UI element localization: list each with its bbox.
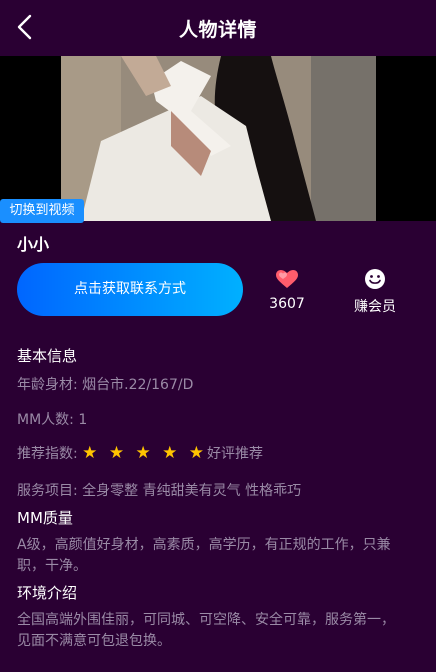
earn-vip-label: 赚会员 (354, 299, 396, 315)
age-body-info: 年龄身材: 烟台市.22/167/D (17, 377, 194, 393)
likes-stat[interactable]: 3607 (252, 268, 322, 312)
environment-text: 全国高端外围佳丽，可同城、可空降、安全可靠，服务第一，见面不满意可包退包换。 (17, 612, 395, 649)
photo-illustration (61, 56, 376, 221)
top-bar: 人物详情 (0, 0, 436, 56)
profile-photo[interactable] (61, 56, 376, 221)
likes-count: 3607 (269, 296, 305, 312)
environment-title: 环境介绍 (17, 584, 78, 602)
hearts-icon (276, 270, 298, 288)
basic-info-title: 基本信息 (17, 347, 78, 365)
profile-name: 小小 (17, 235, 50, 254)
mm-quality-text: A级，高颜值好身材，高素质，高学历，有正规的工作，只兼职，干净。 (17, 537, 391, 574)
rating-label: 推荐指数: (17, 446, 78, 462)
rating-info: 推荐指数: ★ ★ ★ ★ ★好评推荐 (17, 443, 263, 463)
get-contact-button[interactable]: 点击获取联系方式 (17, 263, 243, 316)
page-title: 人物详情 (178, 19, 257, 41)
earn-vip-stat[interactable]: 赚会员 (340, 268, 410, 316)
mm-count-info: MM人数: 1 (17, 412, 88, 428)
mm-quality-title: MM质量 (17, 509, 73, 527)
switch-to-video-button[interactable]: 切换到视频 (0, 199, 84, 223)
rating-text: 好评推荐 (207, 446, 263, 462)
rating-stars: ★ ★ ★ ★ ★ (82, 443, 207, 463)
profile-media[interactable] (0, 56, 436, 221)
smile-icon (365, 269, 385, 289)
services-info: 服务项目: 全身零整 青纯甜美有灵气 性格乖巧 (17, 483, 302, 499)
